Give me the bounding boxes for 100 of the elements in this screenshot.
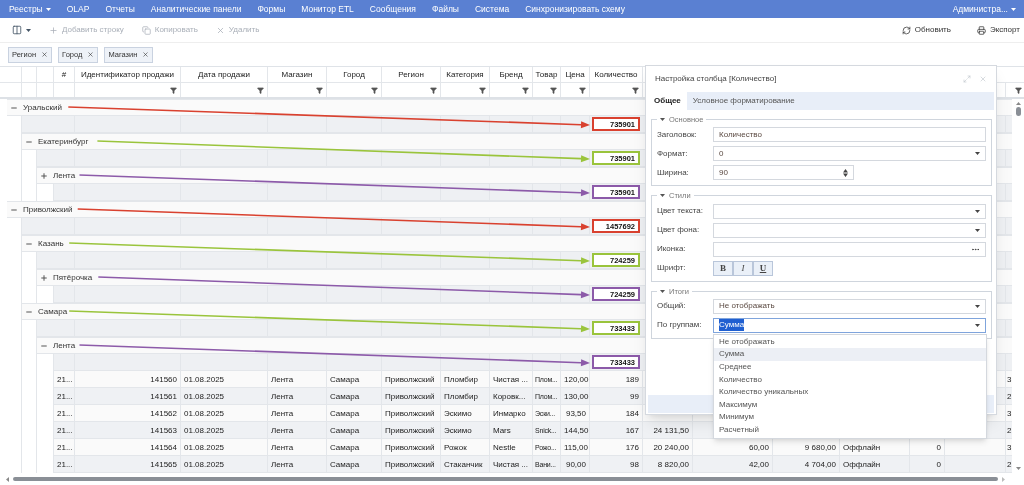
caret-icon xyxy=(660,118,665,122)
filter-icon[interactable] xyxy=(550,86,557,94)
table-cell: 130,00 xyxy=(561,388,590,404)
table-cell: Рожок xyxy=(441,439,490,455)
filter-icon[interactable] xyxy=(479,86,486,94)
table-cell: 141562 xyxy=(75,405,181,421)
font-style-button[interactable]: I xyxy=(733,260,753,276)
menu-item[interactable]: Аналитические панели xyxy=(150,2,242,16)
caret-icon xyxy=(975,152,980,156)
scroll-down-icon[interactable] xyxy=(1015,467,1021,470)
column-header[interactable]: Цена xyxy=(561,67,590,82)
columns-button[interactable] xyxy=(12,25,31,35)
table-cell: 01.08.2025 xyxy=(181,456,268,472)
table-cell: Самара xyxy=(327,371,382,387)
dropdown-option[interactable]: Среднее xyxy=(714,360,986,374)
refresh-icon xyxy=(901,25,911,35)
filter-icon[interactable] xyxy=(579,86,586,94)
column-header[interactable]: Дата продажи xyxy=(181,67,268,82)
select-field[interactable] xyxy=(713,222,986,238)
spinner-icon[interactable] xyxy=(843,168,848,177)
menu-item[interactable]: Сообщения xyxy=(369,2,416,16)
icon-field[interactable] xyxy=(713,241,986,257)
table-cell: 0 xyxy=(910,456,945,472)
group-label: Лента xyxy=(53,339,76,352)
select-field[interactable]: Сумма xyxy=(713,317,986,333)
column-header[interactable]: Город xyxy=(327,67,382,82)
table-cell: 90,00 xyxy=(561,456,590,472)
menu-item[interactable]: Файлы xyxy=(431,2,459,16)
font-style-button[interactable]: U xyxy=(753,260,773,276)
table-cell: 115,00 xyxy=(561,439,590,455)
close-icon[interactable] xyxy=(87,51,95,58)
column-header[interactable]: Магазин xyxy=(268,67,327,82)
table-cell: Оффлайн xyxy=(840,456,910,472)
table-cell-text: 2 xyxy=(1006,391,1012,403)
user-menu[interactable]: Администра... xyxy=(952,2,1016,16)
table-cell: 21... xyxy=(54,439,75,455)
close-icon[interactable] xyxy=(142,51,150,58)
table-cell: 01.08.2025 xyxy=(181,422,268,438)
scroll-right-icon[interactable] xyxy=(1002,476,1005,482)
table-cell-text: 3 xyxy=(1006,442,1012,454)
table-cell: Стаканчик xyxy=(441,456,490,472)
scroll-up-icon[interactable] xyxy=(1015,102,1021,105)
expand-icon[interactable] xyxy=(40,273,48,282)
number-field[interactable]: 90 xyxy=(713,165,854,181)
expand-icon[interactable] xyxy=(40,171,48,180)
column-header[interactable]: # xyxy=(54,67,75,82)
table-cell: 42,00 xyxy=(693,456,773,472)
table-cell: Лента xyxy=(268,388,327,404)
scrollbar-thumb[interactable] xyxy=(1015,107,1021,116)
column-header[interactable]: Регион xyxy=(382,67,441,82)
menu-item[interactable]: Монитор ETL xyxy=(301,2,354,16)
field-label: Иконка: xyxy=(657,243,687,255)
filter-icon[interactable] xyxy=(1015,86,1022,94)
menu-item[interactable]: Реестры xyxy=(9,2,51,16)
table-cell: 141560 xyxy=(75,371,181,387)
dropdown-option[interactable]: Не отображать xyxy=(714,335,986,349)
menu-item[interactable]: OLAP xyxy=(66,2,90,16)
menu-item[interactable]: Формы xyxy=(257,2,286,16)
caret-icon xyxy=(26,28,31,32)
close-icon[interactable] xyxy=(41,51,49,58)
table-cell: Самара xyxy=(327,388,382,404)
tab[interactable]: Общее xyxy=(648,92,687,110)
dropdown-option[interactable]: Сумма xyxy=(714,348,986,361)
filter-icon[interactable] xyxy=(632,86,639,94)
filter-icon[interactable] xyxy=(371,86,378,94)
input-field[interactable]: Количество xyxy=(713,127,986,143)
select-field[interactable]: 0 xyxy=(713,146,986,162)
table-cell: Самара xyxy=(327,422,382,438)
group-label: Лента xyxy=(53,169,76,182)
field-label: Общий: xyxy=(657,300,687,313)
table-cell: 141561 xyxy=(75,388,181,404)
filter-icon[interactable] xyxy=(316,86,323,94)
menu-item[interactable]: Синхронизировать схему xyxy=(525,2,625,16)
table-cell: 4 704,00 xyxy=(773,456,840,472)
toolbar-button[interactable]: Экспорт xyxy=(976,24,1020,36)
filter-icon[interactable] xyxy=(170,86,177,94)
field-label: По группам: xyxy=(657,319,703,332)
column-header[interactable]: Идентификатор продажи xyxy=(75,67,181,82)
toolbar-button[interactable]: Обновить xyxy=(901,24,951,36)
dropdown-option[interactable]: Расчетный xyxy=(714,423,986,437)
column-header[interactable]: Количество xyxy=(590,67,643,82)
column-header[interactable]: Категория xyxy=(441,67,490,82)
table-cell-text: 3 xyxy=(1006,374,1012,386)
column-header[interactable]: Товар xyxy=(533,67,561,82)
font-style-button[interactable]: B xyxy=(713,260,733,276)
dropdown-option[interactable]: Количество xyxy=(714,373,986,387)
column-header[interactable]: Бренд xyxy=(490,67,533,82)
plus-icon xyxy=(49,25,58,35)
select-field[interactable]: Не отображать xyxy=(713,298,986,314)
scroll-left-icon[interactable] xyxy=(6,476,9,482)
filter-icon[interactable] xyxy=(522,86,529,94)
dropdown-option[interactable]: Минимум xyxy=(714,411,986,424)
filter-icon[interactable] xyxy=(257,86,264,94)
dropdown-option[interactable]: Количество уникальных xyxy=(714,386,986,399)
select-field[interactable] xyxy=(713,203,986,219)
table-cell: 141564 xyxy=(75,439,181,455)
table-cell: Mars xyxy=(490,422,533,438)
filter-icon[interactable] xyxy=(430,86,437,94)
menu-item[interactable]: Система xyxy=(475,2,510,16)
menu-item[interactable]: Отчеты xyxy=(105,2,135,16)
